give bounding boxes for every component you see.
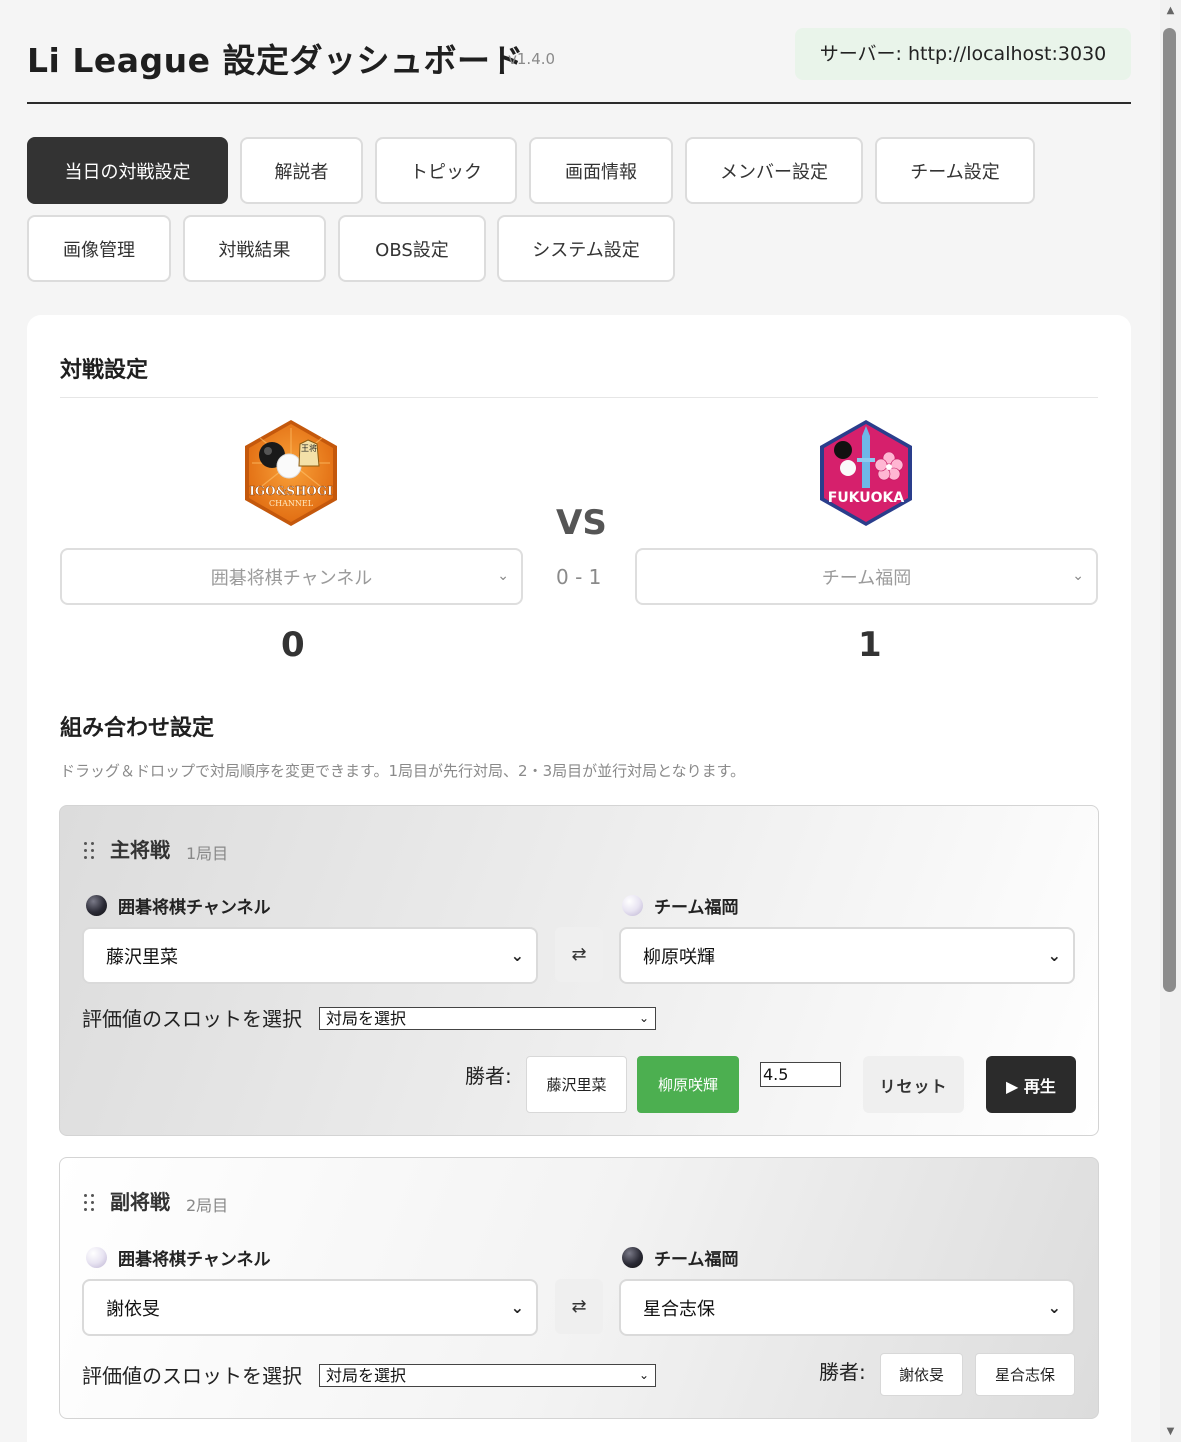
- home-player-name: 藤沢里菜: [106, 946, 178, 968]
- tab-system-settings[interactable]: システム設定: [497, 215, 675, 282]
- chevron-down-icon: ⌄: [638, 1368, 649, 1382]
- play-button[interactable]: ▶ 再生: [986, 1056, 1076, 1113]
- tab-team-settings[interactable]: チーム設定: [875, 137, 1035, 204]
- winner-away-button[interactable]: 柳原咲輝: [637, 1056, 739, 1113]
- scrollbar-thumb[interactable]: [1163, 28, 1176, 992]
- chevron-down-icon: ⌄: [1047, 1298, 1061, 1317]
- match-card-2[interactable]: 副将戦 2局目 囲碁将棋チャンネル チーム福岡 謝依旻 ⌄ ⇄ 星合志保 ⌄ 評…: [59, 1157, 1099, 1419]
- match-title: 主将戦: [110, 838, 170, 862]
- away-team-label: チーム福岡: [654, 1249, 739, 1270]
- tab-commentator[interactable]: 解説者: [240, 137, 363, 204]
- winner-home-button[interactable]: 藤沢里菜: [526, 1056, 627, 1113]
- away-team-select[interactable]: チーム福岡 ⌄: [635, 548, 1098, 605]
- vs-label: VS: [556, 503, 607, 543]
- app-version: v1.4.0: [508, 50, 556, 68]
- away-team-logo: FUKUOKA: [820, 420, 912, 526]
- match-score-text: 0 - 1: [556, 565, 602, 589]
- away-player-name: 柳原咲輝: [643, 946, 715, 968]
- pairing-hint: ドラッグ＆ドロップで対局順序を変更できます。1局目が先行対局、2・3局目が並行対…: [60, 762, 746, 780]
- away-side-header: チーム福岡: [622, 892, 739, 918]
- away-score: 1: [858, 625, 882, 665]
- eval-slot-select[interactable]: 対局を選択 ⌄: [319, 1364, 656, 1387]
- eval-slot-value: 対局を選択: [326, 1366, 407, 1385]
- eval-slot-label: 評価値のスロットを選択: [82, 1007, 302, 1031]
- home-side-header: 囲碁将棋チャンネル: [86, 892, 271, 918]
- tab-member-settings[interactable]: メンバー設定: [685, 137, 863, 204]
- black-stone-icon: [86, 894, 107, 916]
- swap-button[interactable]: ⇄: [555, 927, 603, 982]
- home-team-logo: 王将 IGO&SHOGI CHANNEL: [245, 420, 337, 526]
- home-team-name: 囲碁将棋チャンネル: [210, 567, 373, 589]
- tab-topic[interactable]: トピック: [375, 137, 517, 204]
- eval-slot-value: 対局を選択: [326, 1009, 407, 1028]
- chevron-down-icon: ⌄: [1072, 568, 1084, 584]
- logo-away-text: FUKUOKA: [828, 490, 905, 506]
- pairing-title: 組み合わせ設定: [60, 716, 215, 741]
- match-round: 2局目: [186, 1196, 229, 1215]
- eval-slot-select[interactable]: 対局を選択 ⌄: [319, 1007, 656, 1030]
- home-team-label: 囲碁将棋チャンネル: [118, 1249, 271, 1270]
- eval-slot-label: 評価値のスロットを選択: [82, 1364, 302, 1388]
- app-header: Li League 設定ダッシュボード v1.4.0 サーバー: http://…: [27, 28, 1131, 104]
- app-title: Li League 設定ダッシュボード: [27, 41, 524, 80]
- match-title: 副将戦: [110, 1190, 170, 1214]
- match-settings-card: 対戦設定 王将 IGO&SHOGI CHANNEL FUKUOKA 囲碁将棋チャ…: [27, 315, 1131, 1442]
- tab-screen-info[interactable]: 画面情報: [529, 137, 673, 204]
- tab-image-management[interactable]: 画像管理: [27, 215, 171, 282]
- white-stone-icon: [86, 1246, 107, 1268]
- away-team-label: チーム福岡: [654, 897, 739, 918]
- chevron-down-icon: ⌄: [497, 568, 509, 584]
- logo-badge-text: 王将: [301, 443, 317, 453]
- swap-button[interactable]: ⇄: [555, 1279, 603, 1334]
- home-player-select[interactable]: 謝依旻 ⌄: [82, 1279, 538, 1336]
- scroll-up-icon[interactable]: ▲: [1161, 4, 1180, 18]
- chevron-down-icon: ⌄: [638, 1011, 649, 1025]
- logo-sub-text: CHANNEL: [269, 499, 314, 508]
- away-side-header: チーム福岡: [622, 1244, 739, 1270]
- away-player-select[interactable]: 星合志保 ⌄: [619, 1279, 1075, 1336]
- section-divider: [60, 397, 1098, 398]
- winner-away-button[interactable]: 星合志保: [975, 1353, 1075, 1396]
- home-team-label: 囲碁将棋チャンネル: [118, 897, 271, 918]
- home-player-name: 謝依旻: [106, 1298, 160, 1320]
- home-team-select[interactable]: 囲碁将棋チャンネル ⌄: [60, 548, 523, 605]
- tab-today-match[interactable]: 当日の対戦設定: [27, 137, 228, 204]
- away-player-select[interactable]: 柳原咲輝 ⌄: [619, 927, 1075, 984]
- home-side-header: 囲碁将棋チャンネル: [86, 1244, 271, 1270]
- score-input[interactable]: 4.5: [760, 1062, 841, 1087]
- tab-match-results[interactable]: 対戦結果: [183, 215, 326, 282]
- winner-label: 勝者:: [819, 1360, 866, 1384]
- drag-handle-icon[interactable]: [82, 842, 96, 860]
- away-player-name: 星合志保: [643, 1298, 715, 1320]
- scroll-down-icon[interactable]: ▼: [1161, 1425, 1180, 1439]
- match-card-1[interactable]: 主将戦 1局目 囲碁将棋チャンネル チーム福岡 藤沢里菜 ⌄ ⇄ 柳原咲輝 ⌄ …: [59, 805, 1099, 1136]
- dashboard-page: Li League 設定ダッシュボード v1.4.0 サーバー: http://…: [0, 0, 1160, 1442]
- logo-main-text: IGO&SHOGI: [249, 484, 333, 498]
- chevron-down-icon: ⌄: [510, 946, 524, 965]
- server-badge: サーバー: http://localhost:3030: [795, 28, 1131, 80]
- chevron-down-icon: ⌄: [510, 1298, 524, 1317]
- chevron-down-icon: ⌄: [1047, 946, 1061, 965]
- match-round: 1局目: [186, 844, 229, 863]
- match-setup-title: 対戦設定: [60, 358, 149, 383]
- black-stone-icon: [622, 1246, 643, 1268]
- home-player-select[interactable]: 藤沢里菜 ⌄: [82, 927, 538, 984]
- away-team-name: チーム福岡: [821, 567, 912, 589]
- tab-obs-settings[interactable]: OBS設定: [338, 215, 486, 282]
- winner-label: 勝者:: [465, 1064, 512, 1088]
- reset-button[interactable]: リセット: [863, 1056, 964, 1113]
- winner-home-button[interactable]: 謝依旻: [880, 1353, 963, 1396]
- home-score: 0: [281, 625, 305, 665]
- white-stone-icon: [622, 894, 643, 916]
- drag-handle-icon[interactable]: [82, 1194, 96, 1212]
